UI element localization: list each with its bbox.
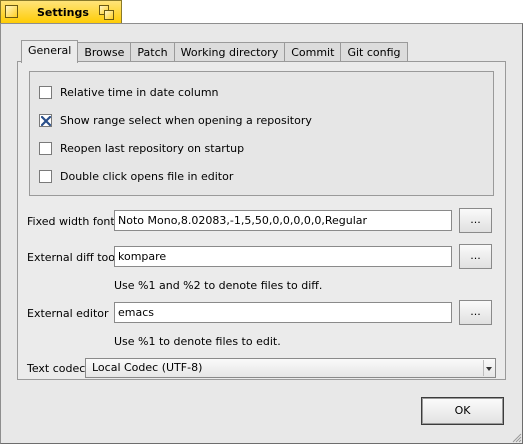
x-check-icon	[41, 115, 51, 126]
general-panel: Relative time in date column Show range …	[17, 61, 506, 380]
editor-label: External editor	[27, 307, 109, 320]
diff-tool-browse-button[interactable]: ...	[459, 244, 492, 269]
tab-browse[interactable]: Browse	[78, 42, 132, 63]
dropdown-arrow-icon[interactable]	[483, 360, 494, 376]
close-box-icon[interactable]	[5, 5, 18, 18]
options-group: Relative time in date column Show range …	[29, 71, 494, 196]
codec-select[interactable]: Local Codec (UTF-8)	[85, 358, 496, 378]
editor-browse-button[interactable]: ...	[459, 300, 492, 325]
range-select-label: Show range select when opening a reposit…	[60, 113, 312, 127]
codec-selected-value: Local Codec (UTF-8)	[92, 361, 203, 374]
tab-patch[interactable]: Patch	[131, 42, 175, 63]
diff-tool-hint: Use %1 and %2 to denote files to diff.	[114, 279, 323, 292]
reopen-last-option[interactable]: Reopen last repository on startup	[39, 140, 244, 156]
diff-tool-input[interactable]: kompare	[114, 246, 452, 267]
reopen-last-label: Reopen last repository on startup	[60, 141, 245, 155]
tab-git-config[interactable]: Git config	[341, 42, 408, 63]
zoom-box-icon[interactable]	[99, 5, 115, 21]
ok-button[interactable]: OK	[421, 397, 504, 425]
range-select-option[interactable]: Show range select when opening a reposit…	[39, 112, 312, 128]
relative-time-label: Relative time in date column	[60, 85, 219, 99]
double-click-option[interactable]: Double click opens file in editor	[39, 168, 233, 184]
tab-general[interactable]: General	[21, 40, 79, 63]
double-click-checkbox[interactable]	[39, 169, 52, 183]
editor-hint: Use %1 to denote files to edit.	[114, 335, 281, 348]
font-label: Fixed width font	[27, 215, 115, 228]
tab-bar: General Browse Patch Working directory C…	[21, 40, 408, 63]
range-select-checkbox[interactable]	[39, 113, 52, 127]
font-browse-button[interactable]: ...	[459, 208, 492, 233]
resize-grip-icon[interactable]	[511, 432, 522, 443]
settings-window: Settings General Browse Patch Working di…	[0, 0, 523, 444]
editor-input[interactable]: emacs	[114, 302, 452, 323]
tab-commit[interactable]: Commit	[285, 42, 342, 63]
window-title-tab[interactable]: Settings	[0, 0, 122, 24]
reopen-last-checkbox[interactable]	[39, 141, 52, 155]
codec-label: Text codec	[27, 362, 86, 375]
relative-time-checkbox[interactable]	[39, 85, 52, 99]
diff-tool-label: External diff tool	[27, 251, 119, 264]
window-title: Settings	[37, 6, 89, 19]
relative-time-option[interactable]: Relative time in date column	[39, 84, 219, 100]
double-click-label: Double click opens file in editor	[60, 169, 234, 183]
font-input[interactable]: Noto Mono,8.02083,-1,5,50,0,0,0,0,0,Regu…	[114, 210, 452, 231]
tab-working-directory[interactable]: Working directory	[174, 42, 286, 63]
